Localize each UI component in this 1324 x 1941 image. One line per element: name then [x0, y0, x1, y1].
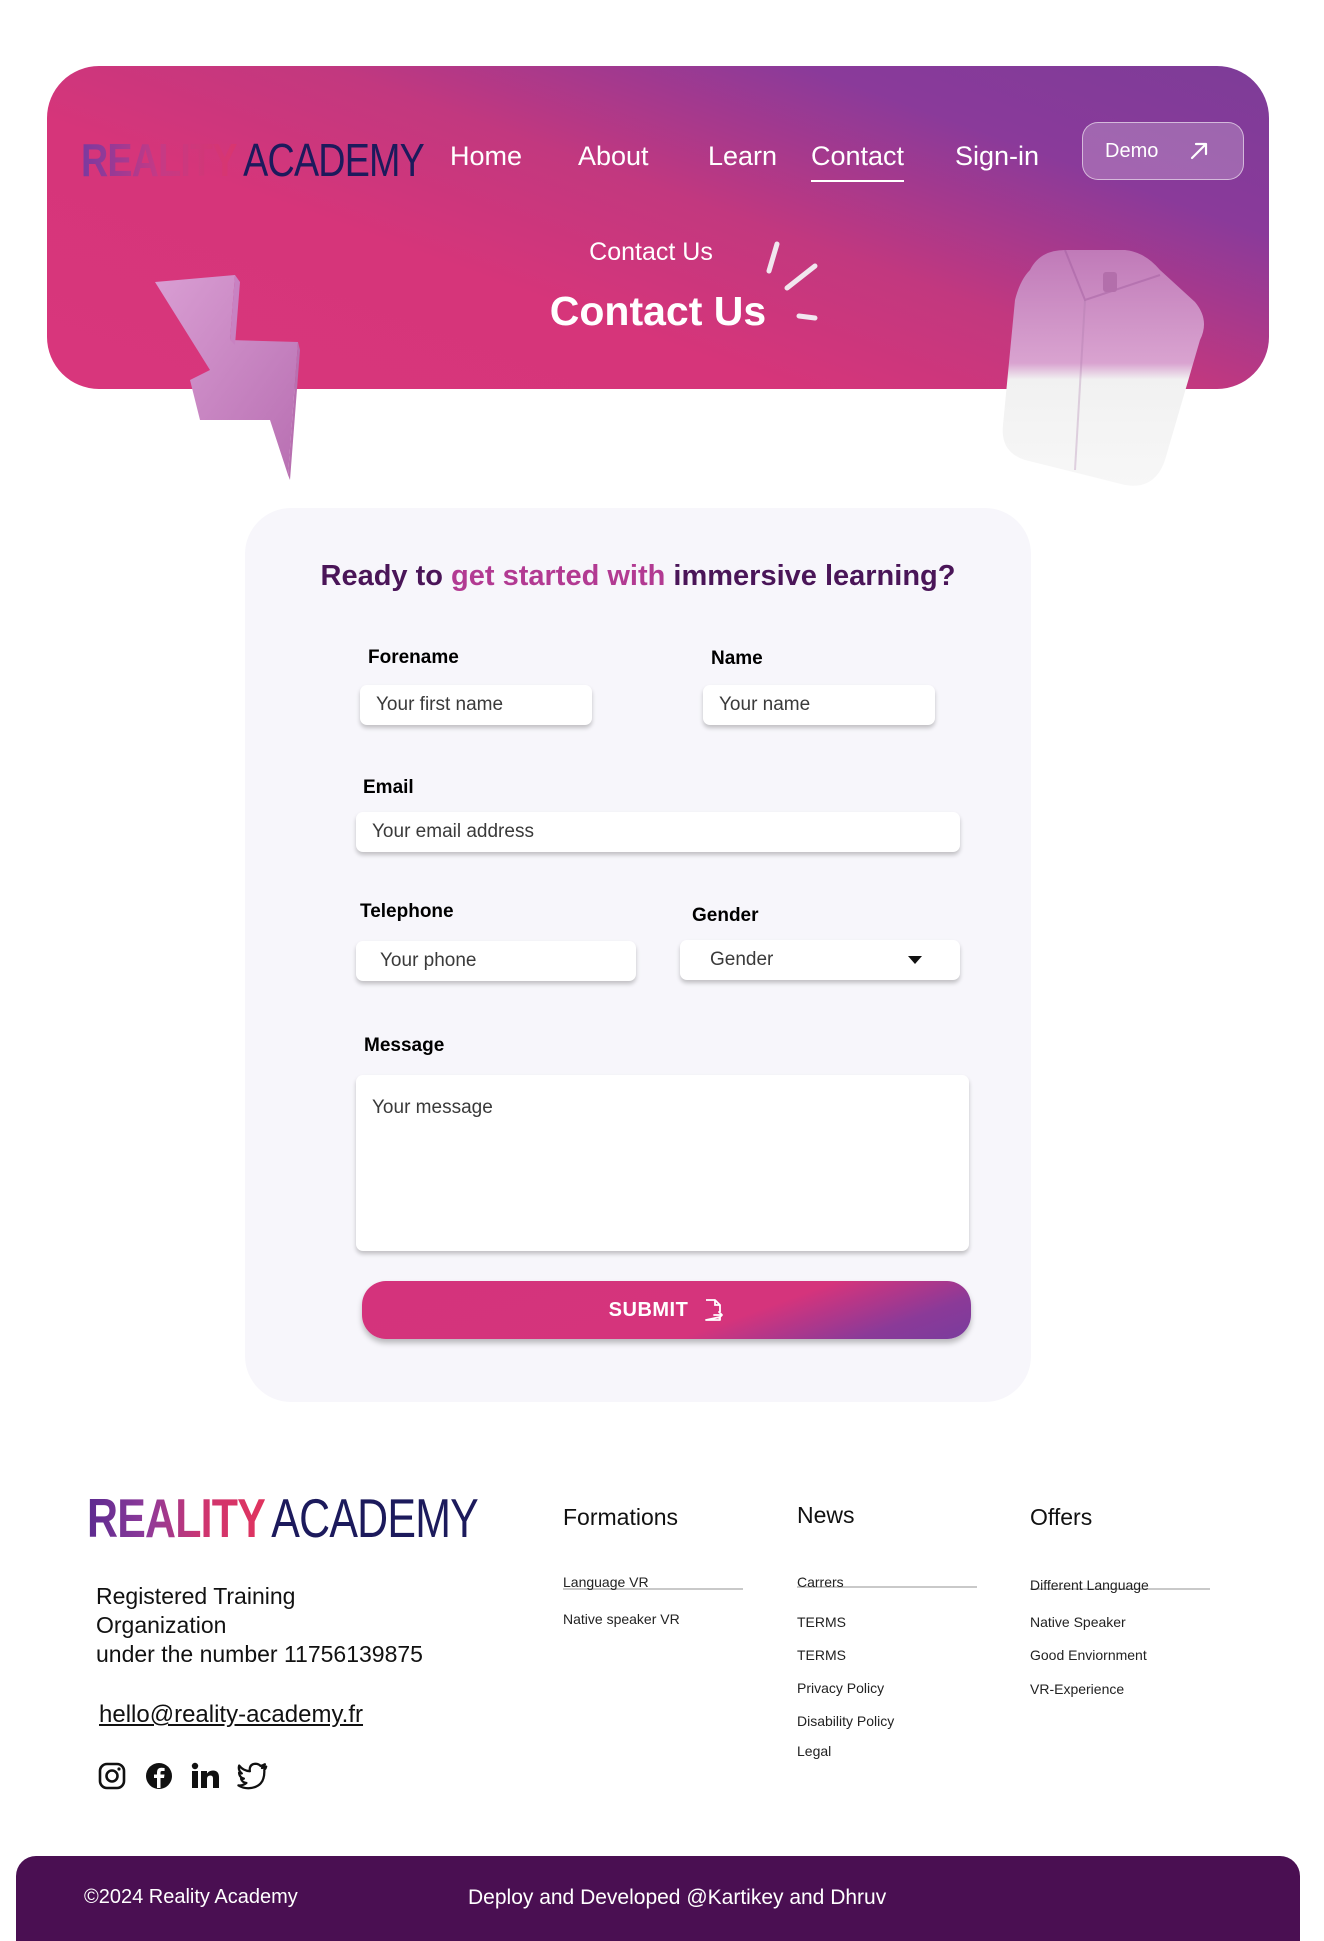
footer-column-offers: Offers Different Language Native Speaker… — [1030, 1502, 1210, 1697]
footer-logo-reality-text: REALITY — [87, 1487, 266, 1549]
message-label: Message — [364, 1035, 445, 1056]
footer-link[interactable]: Good Enviornment — [1030, 1647, 1147, 1663]
chevron-down-icon — [908, 956, 922, 964]
social-links — [96, 1760, 269, 1792]
nav-home[interactable]: Home — [450, 136, 522, 176]
message-placeholder: Your message — [372, 1097, 493, 1118]
telephone-placeholder: Your phone — [380, 950, 477, 971]
form-heading: Ready to get started with immersive lear… — [320, 560, 956, 592]
footer-link[interactable]: Privacy Policy — [797, 1680, 884, 1696]
telephone-label: Telephone — [360, 901, 454, 922]
demo-button[interactable]: Demo — [1082, 122, 1244, 180]
gender-select[interactable]: Gender — [680, 940, 960, 980]
email-input[interactable]: Your email address — [356, 812, 960, 852]
message-textarea[interactable]: Your message — [356, 1075, 969, 1251]
telephone-input[interactable]: Your phone — [356, 941, 636, 981]
footer-link[interactable]: TERMS — [797, 1614, 846, 1630]
header-logo[interactable]: REALITY ACADEMY — [81, 134, 425, 186]
footer-link[interactable]: Native speaker VR — [563, 1611, 680, 1627]
nav-sign-in[interactable]: Sign-in — [955, 136, 1039, 176]
forename-input[interactable]: Your first name — [360, 685, 592, 725]
logo-reality-text: REALITY — [81, 134, 237, 186]
footer-link[interactable]: Native Speaker — [1030, 1614, 1126, 1630]
name-placeholder: Your name — [719, 694, 811, 715]
sparkle-icon — [766, 241, 818, 321]
nav-contact[interactable]: Contact — [811, 136, 905, 182]
footer-link[interactable]: VR-Experience — [1030, 1681, 1124, 1697]
forename-label: Forename — [368, 647, 459, 668]
registration-text: Registered Training Organization under t… — [96, 1582, 516, 1669]
footer-link[interactable]: Language VR — [563, 1574, 649, 1590]
demo-button-label: Demo — [1105, 139, 1159, 162]
name-input[interactable]: Your name — [703, 685, 935, 725]
footer-link[interactable]: Disability Policy — [797, 1713, 894, 1729]
footer-logo[interactable]: REALITY ACADEMY — [87, 1487, 479, 1549]
copyright-text: ©2024 Reality Academy — [84, 1886, 298, 1908]
gender-selected-value: Gender — [710, 949, 774, 970]
submit-button[interactable]: SUBMIT — [362, 1281, 971, 1339]
registration-line: Organization — [96, 1612, 227, 1638]
footer-column-news: News Carrers TERMS TERMS Privacy Policy … — [797, 1500, 977, 1759]
twitter-icon[interactable] — [237, 1760, 269, 1792]
nav-learn[interactable]: Learn — [708, 136, 777, 176]
nav-about[interactable]: About — [578, 136, 649, 176]
arrow-up-right-icon — [1190, 142, 1208, 160]
contact-email-link[interactable]: hello@reality-academy.fr — [99, 1701, 363, 1729]
email-placeholder: Your email address — [372, 821, 534, 842]
document-send-icon — [705, 1299, 724, 1321]
footer-link[interactable]: TERMS — [797, 1647, 846, 1663]
logo-academy-text: ACADEMY — [243, 134, 425, 186]
contact-form-card: Ready to get started with immersive lear… — [245, 508, 1031, 1402]
email-label: Email — [363, 777, 414, 798]
forename-placeholder: Your first name — [376, 694, 504, 715]
footer-link[interactable]: Legal — [797, 1743, 831, 1759]
footer-link[interactable]: Different Language — [1030, 1577, 1149, 1593]
registration-line: under the number 11756139875 — [96, 1641, 423, 1667]
footer-logo-academy-text: ACADEMY — [271, 1487, 478, 1549]
footer-bottom-bar: ©2024 Reality Academy Deploy and Develop… — [16, 1856, 1300, 1941]
briefcase-3d-icon — [1002, 249, 1204, 486]
submit-button-label: SUBMIT — [608, 1298, 689, 1321]
developer-credit: Deploy and Developed @Kartikey and Dhruv — [468, 1886, 887, 1909]
instagram-icon[interactable] — [96, 1760, 128, 1792]
registration-line: Registered Training — [96, 1583, 296, 1609]
footer-column-formations: Formations Language VR Native speaker VR — [563, 1502, 743, 1627]
lightning-bolt-icon — [155, 275, 300, 480]
facebook-icon[interactable] — [143, 1760, 175, 1792]
name-label: Name — [711, 648, 763, 669]
gender-label: Gender — [692, 905, 759, 926]
linkedin-icon[interactable] — [190, 1760, 222, 1792]
footer-link[interactable]: Carrers — [797, 1574, 844, 1590]
